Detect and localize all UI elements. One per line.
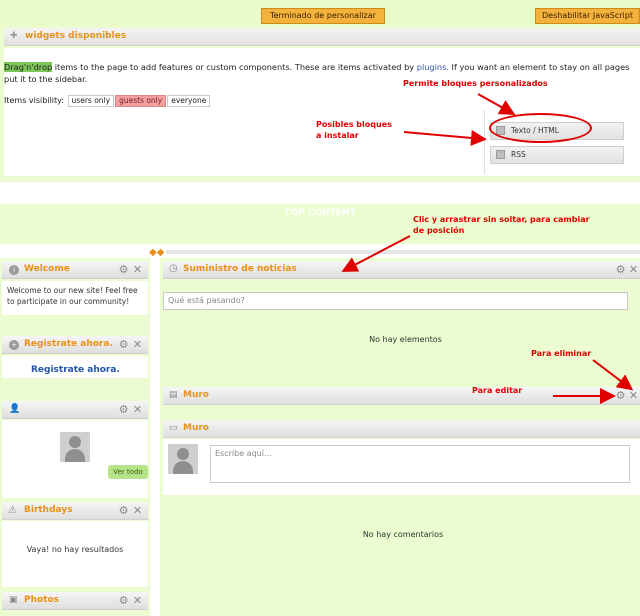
arrow-to-news-header [341, 235, 411, 272]
arrow-to-widgets [403, 129, 487, 146]
arrow-to-close [592, 359, 634, 391]
arrow-to-ellipse [477, 93, 516, 115]
annotation-arrows [341, 93, 634, 404]
